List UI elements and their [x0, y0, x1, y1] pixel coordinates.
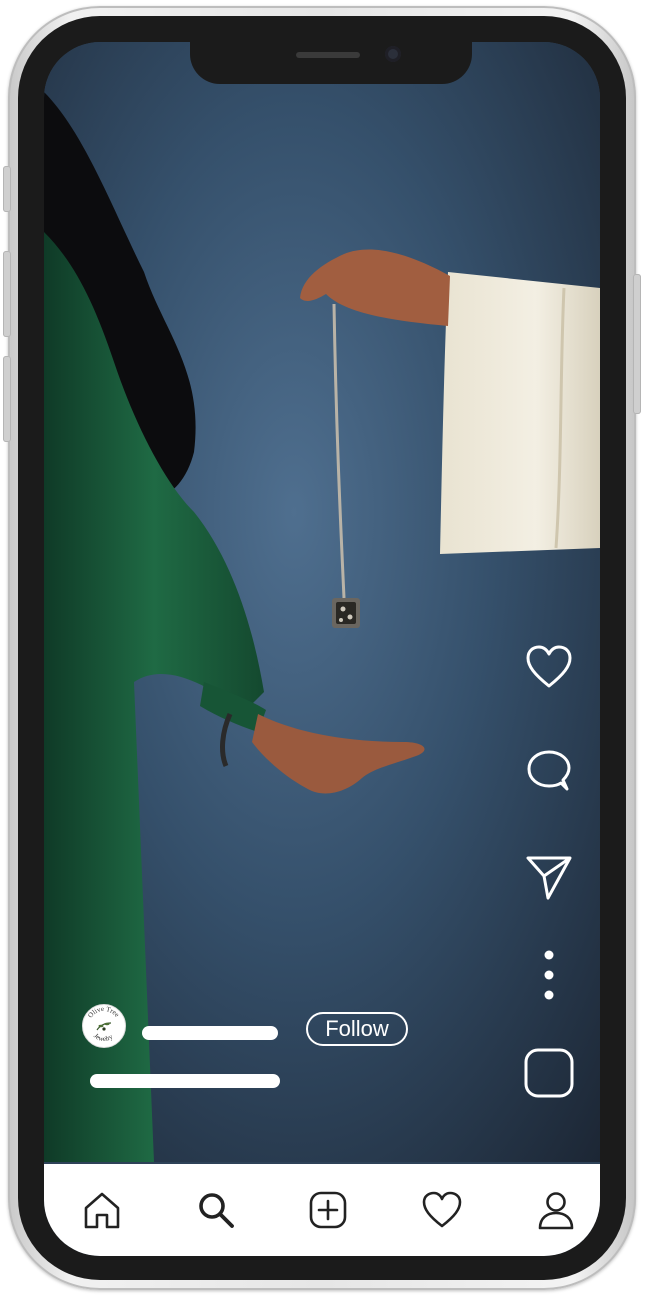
notch [190, 42, 472, 84]
caption-placeholder[interactable] [90, 1074, 280, 1088]
front-camera [385, 46, 401, 62]
activity-heart-icon [422, 1191, 462, 1228]
profile-icon [538, 1192, 574, 1230]
home-icon [84, 1192, 120, 1229]
tab-profile[interactable] [532, 1186, 580, 1234]
share-button[interactable] [522, 850, 576, 904]
silent-switch [3, 166, 11, 212]
speaker-grille [296, 52, 360, 58]
like-button[interactable] [522, 640, 576, 694]
comment-button[interactable] [522, 746, 576, 800]
tab-activity[interactable] [418, 1186, 466, 1234]
create-icon [309, 1191, 347, 1229]
comment-bubble-icon [527, 750, 571, 791]
phone-frame: Olive Tree Jewelry Follow [3, 6, 641, 1290]
bottom-tab-bar [44, 1164, 600, 1256]
more-vertical-icon [544, 950, 554, 1000]
audio-square-icon [524, 1048, 574, 1098]
reel-photo[interactable] [44, 42, 600, 1162]
screen: Olive Tree Jewelry Follow [44, 42, 600, 1256]
volume-down-button [3, 356, 11, 442]
account-avatar[interactable]: Olive Tree Jewelry [82, 1004, 126, 1048]
brand-logo: Olive Tree Jewelry [84, 1005, 124, 1046]
volume-up-button [3, 251, 11, 337]
audio-button[interactable] [522, 1046, 576, 1100]
username-placeholder[interactable] [142, 1026, 278, 1040]
more-options-button[interactable] [522, 948, 576, 1002]
power-button [633, 274, 641, 414]
heart-icon [526, 645, 572, 688]
tab-search[interactable] [192, 1186, 240, 1234]
tab-home[interactable] [78, 1186, 126, 1234]
paper-plane-icon [526, 856, 572, 900]
search-icon [199, 1193, 234, 1228]
tab-create[interactable] [304, 1186, 352, 1234]
follow-button[interactable]: Follow [306, 1012, 408, 1046]
